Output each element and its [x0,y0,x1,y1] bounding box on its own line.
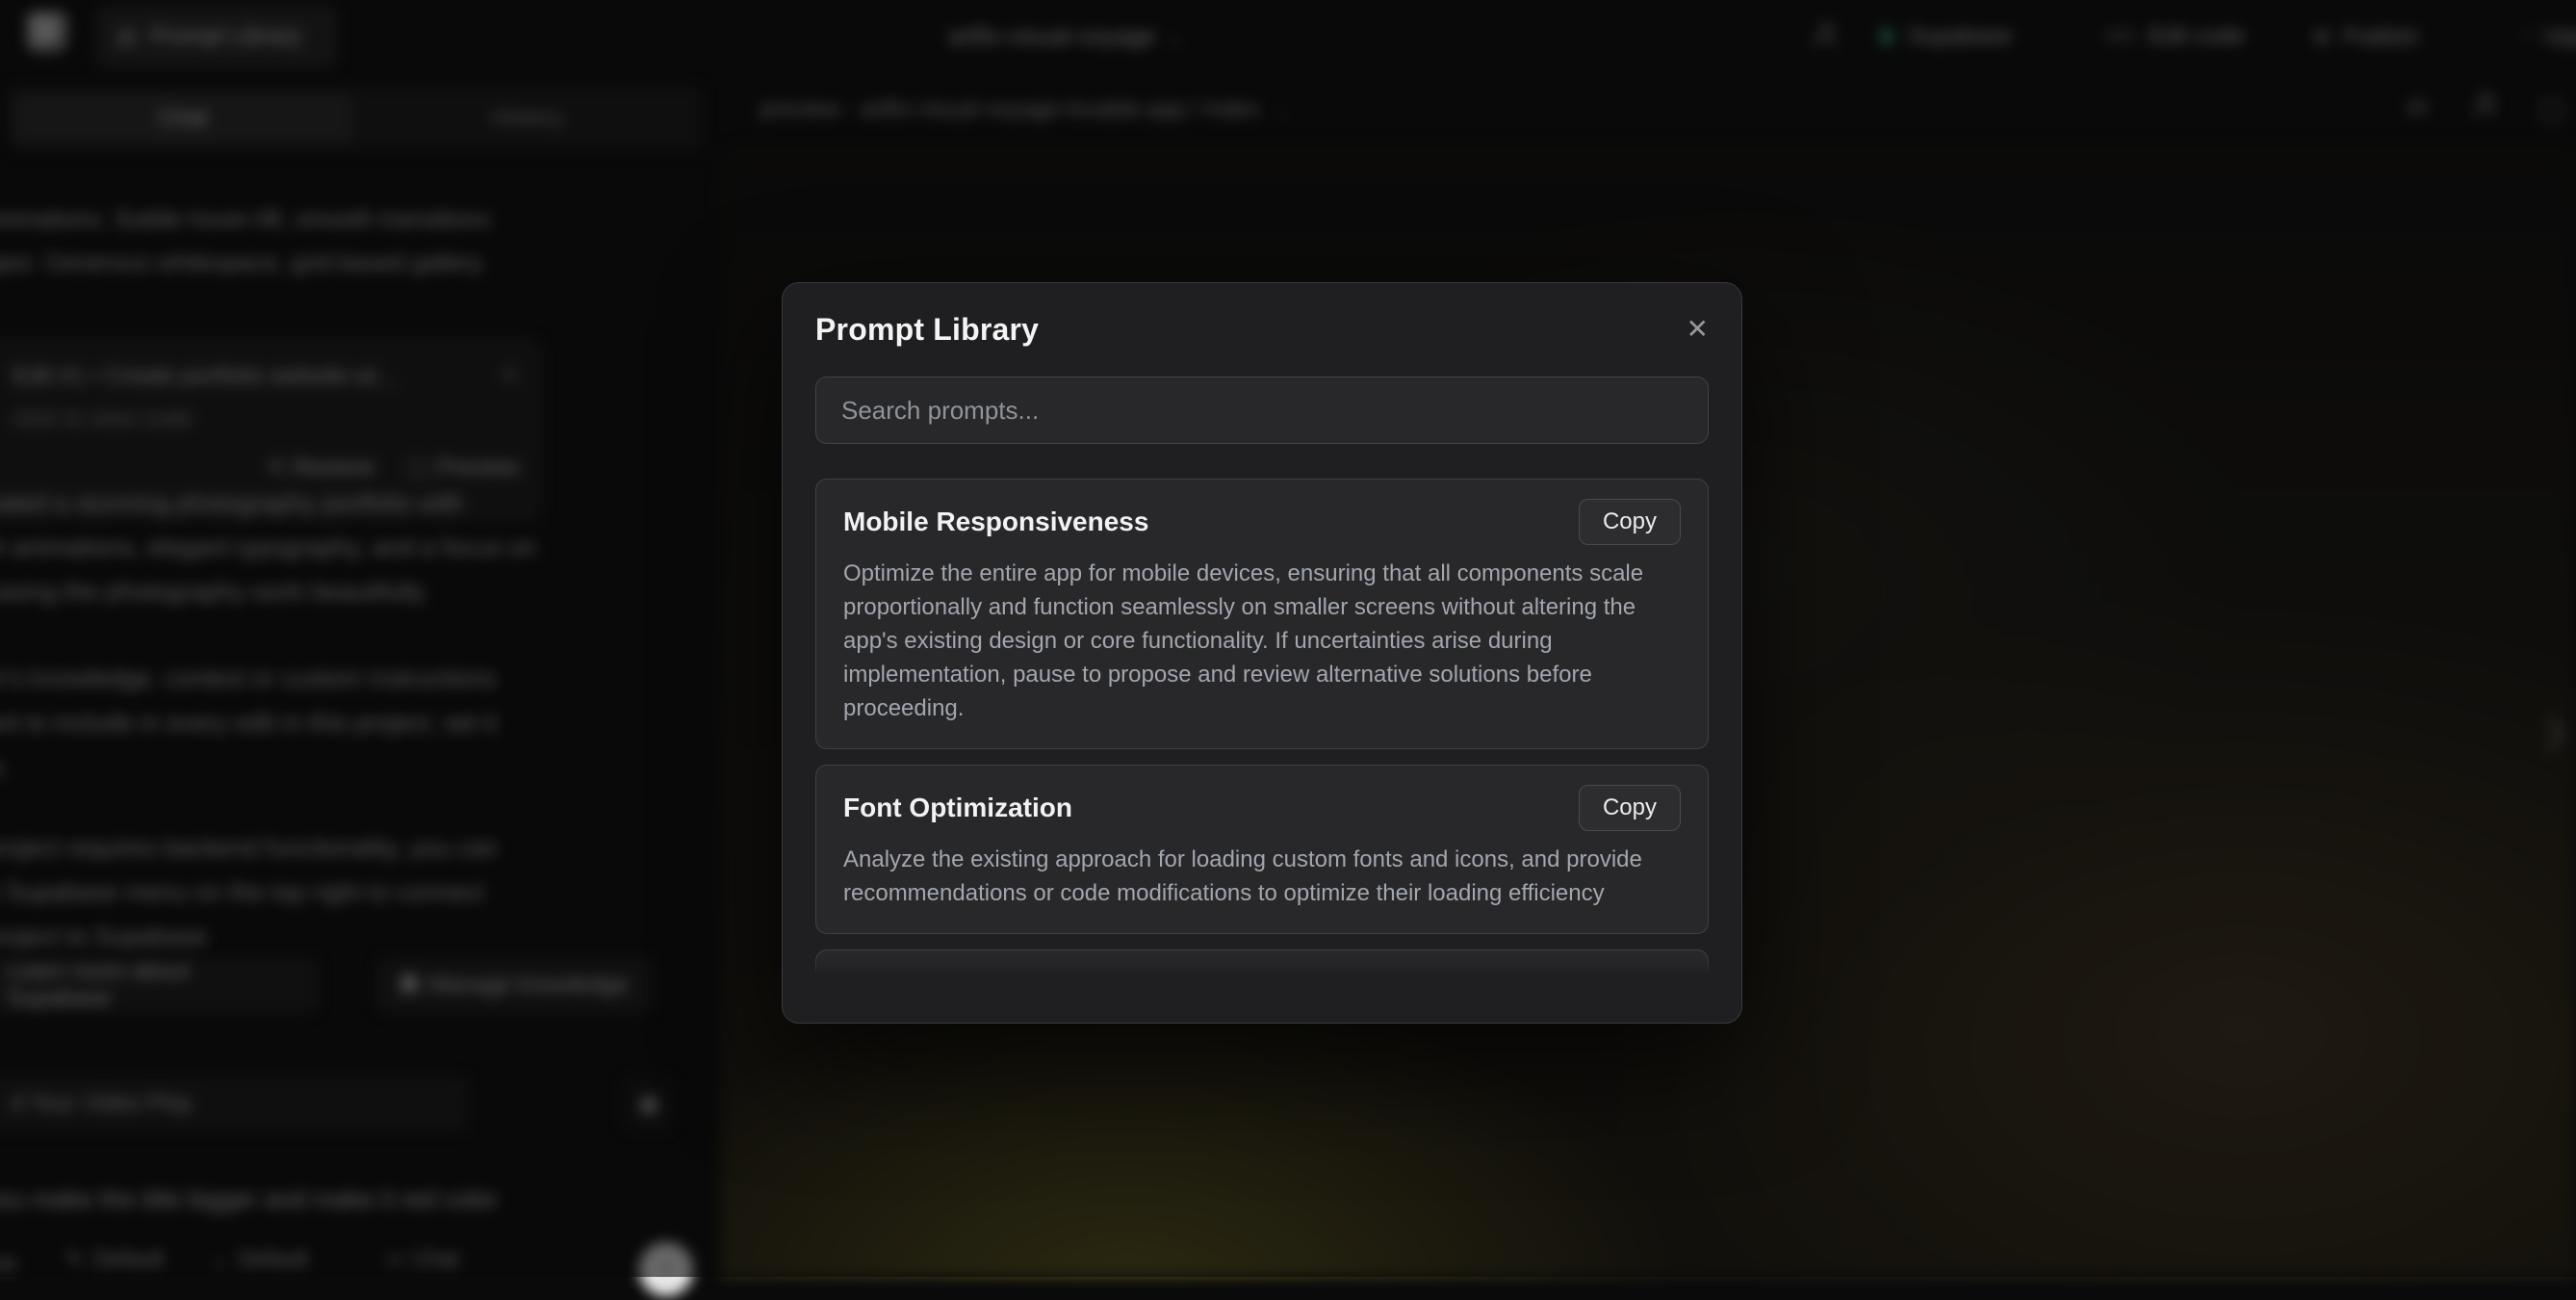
prompt-title: Mobile Responsiveness [843,507,1148,537]
prompt-list: Mobile Responsiveness Copy Optimize the … [815,479,1709,974]
prompt-title: Font Optimization [843,793,1072,823]
prompt-description: Optimize the entire app for mobile devic… [843,557,1681,725]
search-input[interactable] [815,377,1709,444]
close-icon[interactable]: ✕ [1687,316,1709,343]
modal-title: Prompt Library [815,312,1039,348]
prompt-description: Analyze the existing approach for loadin… [843,843,1681,910]
prompt-card: Font Optimization Copy Analyze the exist… [815,765,1709,934]
scroll-fade [813,956,1711,975]
prompt-library-modal: Prompt Library ✕ Mobile Responsiveness C… [782,282,1742,1024]
copy-button[interactable]: Copy [1579,499,1681,545]
copy-button[interactable]: Copy [1579,785,1681,831]
prompt-card: Mobile Responsiveness Copy Optimize the … [815,479,1709,749]
